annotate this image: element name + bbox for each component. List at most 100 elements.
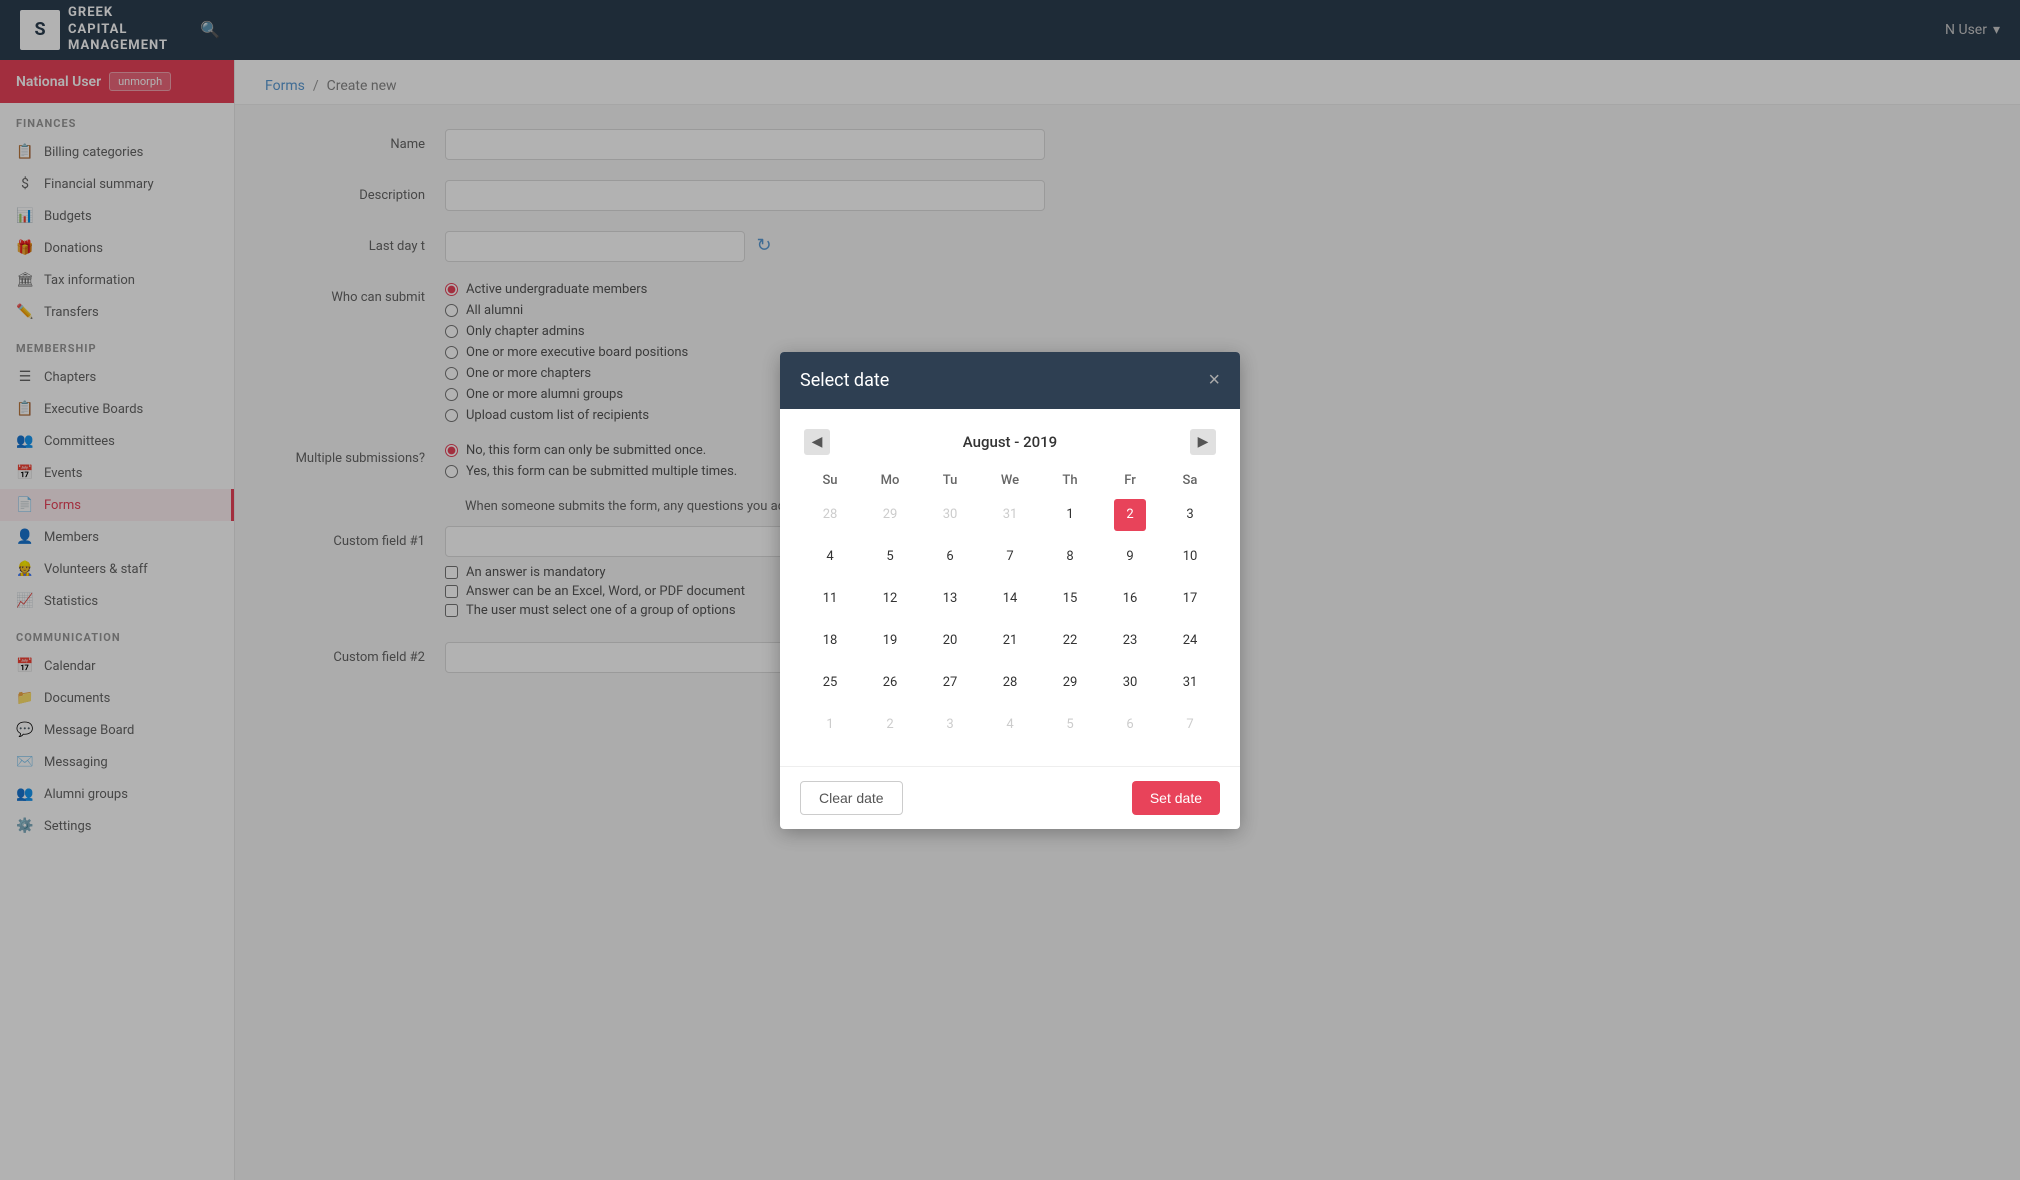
calendar-cell: 5	[860, 536, 920, 578]
calendar-day[interactable]: 30	[1114, 667, 1146, 699]
calendar-cell: 4	[800, 536, 860, 578]
calendar-cell: 30	[920, 494, 980, 536]
calendar-day[interactable]: 25	[814, 667, 846, 699]
calendar-cell: 20	[920, 620, 980, 662]
calendar-day[interactable]: 3	[934, 709, 966, 741]
calendar-day[interactable]: 26	[874, 667, 906, 699]
calendar-day[interactable]: 18	[814, 625, 846, 657]
modal-body: ◀ August - 2019 ▶ SuMoTuWeThFrSa 2829303…	[780, 409, 1240, 766]
date-picker-modal: Select date × ◀ August - 2019 ▶ SuMoTuWe…	[780, 352, 1240, 829]
calendar-cell: 13	[920, 578, 980, 620]
calendar-day[interactable]: 29	[1054, 667, 1086, 699]
calendar-cell: 8	[1040, 536, 1100, 578]
modal-close-button[interactable]: ×	[1208, 370, 1220, 390]
calendar-cell: 31	[980, 494, 1040, 536]
next-month-button[interactable]: ▶	[1190, 429, 1216, 455]
prev-month-button[interactable]: ◀	[804, 429, 830, 455]
calendar-day[interactable]: 29	[874, 499, 906, 531]
calendar: ◀ August - 2019 ▶ SuMoTuWeThFrSa 2829303…	[800, 429, 1220, 746]
calendar-cell: 26	[860, 662, 920, 704]
calendar-cell: 17	[1160, 578, 1220, 620]
calendar-cell: 12	[860, 578, 920, 620]
calendar-cell: 6	[1100, 704, 1160, 746]
modal-footer: Clear date Set date	[780, 766, 1240, 829]
calendar-cell: 4	[980, 704, 1040, 746]
calendar-cell: 6	[920, 536, 980, 578]
calendar-day[interactable]: 31	[994, 499, 1026, 531]
calendar-cell: 19	[860, 620, 920, 662]
calendar-day[interactable]: 28	[994, 667, 1026, 699]
calendar-cell: 31	[1160, 662, 1220, 704]
calendar-cell: 1	[1040, 494, 1100, 536]
calendar-day[interactable]: 8	[1054, 541, 1086, 573]
calendar-day[interactable]: 4	[994, 709, 1026, 741]
calendar-day[interactable]: 14	[994, 583, 1026, 615]
calendar-cell: 15	[1040, 578, 1100, 620]
calendar-day[interactable]: 30	[934, 499, 966, 531]
clear-date-button[interactable]: Clear date	[800, 781, 903, 815]
calendar-day[interactable]: 1	[814, 709, 846, 741]
calendar-day[interactable]: 2	[874, 709, 906, 741]
calendar-cell: 29	[860, 494, 920, 536]
modal-header: Select date ×	[780, 352, 1240, 409]
calendar-weekday: Th	[1040, 467, 1100, 494]
calendar-day[interactable]: 11	[814, 583, 846, 615]
calendar-cell: 7	[1160, 704, 1220, 746]
calendar-cell: 24	[1160, 620, 1220, 662]
calendar-cell: 28	[980, 662, 1040, 704]
calendar-cell: 7	[980, 536, 1040, 578]
calendar-day[interactable]: 7	[994, 541, 1026, 573]
calendar-day[interactable]: 6	[1114, 709, 1146, 741]
calendar-day[interactable]: 15	[1054, 583, 1086, 615]
calendar-day[interactable]: 2	[1114, 499, 1146, 531]
calendar-cell: 5	[1040, 704, 1100, 746]
calendar-day[interactable]: 22	[1054, 625, 1086, 657]
calendar-weekday: Tu	[920, 467, 980, 494]
calendar-day[interactable]: 17	[1174, 583, 1206, 615]
calendar-day[interactable]: 21	[994, 625, 1026, 657]
calendar-weekday: Fr	[1100, 467, 1160, 494]
calendar-day[interactable]: 1	[1054, 499, 1086, 531]
calendar-day[interactable]: 24	[1174, 625, 1206, 657]
calendar-day[interactable]: 28	[814, 499, 846, 531]
calendar-day[interactable]: 5	[1054, 709, 1086, 741]
calendar-day[interactable]: 4	[814, 541, 846, 573]
calendar-cell: 29	[1040, 662, 1100, 704]
calendar-cell: 3	[920, 704, 980, 746]
calendar-day[interactable]: 5	[874, 541, 906, 573]
calendar-cell: 11	[800, 578, 860, 620]
calendar-day[interactable]: 19	[874, 625, 906, 657]
calendar-day[interactable]: 10	[1174, 541, 1206, 573]
calendar-cell: 1	[800, 704, 860, 746]
calendar-day[interactable]: 31	[1174, 667, 1206, 699]
calendar-cell: 27	[920, 662, 980, 704]
calendar-cell: 14	[980, 578, 1040, 620]
calendar-weekday: Su	[800, 467, 860, 494]
calendar-month-label: August - 2019	[963, 433, 1057, 451]
calendar-nav: ◀ August - 2019 ▶	[800, 429, 1220, 455]
calendar-cell: 9	[1100, 536, 1160, 578]
calendar-day[interactable]: 3	[1174, 499, 1206, 531]
set-date-button[interactable]: Set date	[1132, 781, 1220, 815]
calendar-day[interactable]: 6	[934, 541, 966, 573]
calendar-cell: 10	[1160, 536, 1220, 578]
calendar-cell: 2	[860, 704, 920, 746]
calendar-day[interactable]: 9	[1114, 541, 1146, 573]
calendar-day[interactable]: 27	[934, 667, 966, 699]
calendar-cell: 21	[980, 620, 1040, 662]
calendar-day[interactable]: 20	[934, 625, 966, 657]
calendar-weekday: Mo	[860, 467, 920, 494]
calendar-day[interactable]: 7	[1174, 709, 1206, 741]
calendar-cell: 16	[1100, 578, 1160, 620]
calendar-table: SuMoTuWeThFrSa 2829303112345678910111213…	[800, 467, 1220, 746]
calendar-day[interactable]: 12	[874, 583, 906, 615]
calendar-cell: 18	[800, 620, 860, 662]
calendar-cell: 2	[1100, 494, 1160, 536]
calendar-cell: 30	[1100, 662, 1160, 704]
calendar-day[interactable]: 13	[934, 583, 966, 615]
calendar-cell: 28	[800, 494, 860, 536]
modal-title: Select date	[800, 370, 889, 391]
calendar-cell: 22	[1040, 620, 1100, 662]
calendar-day[interactable]: 16	[1114, 583, 1146, 615]
calendar-day[interactable]: 23	[1114, 625, 1146, 657]
